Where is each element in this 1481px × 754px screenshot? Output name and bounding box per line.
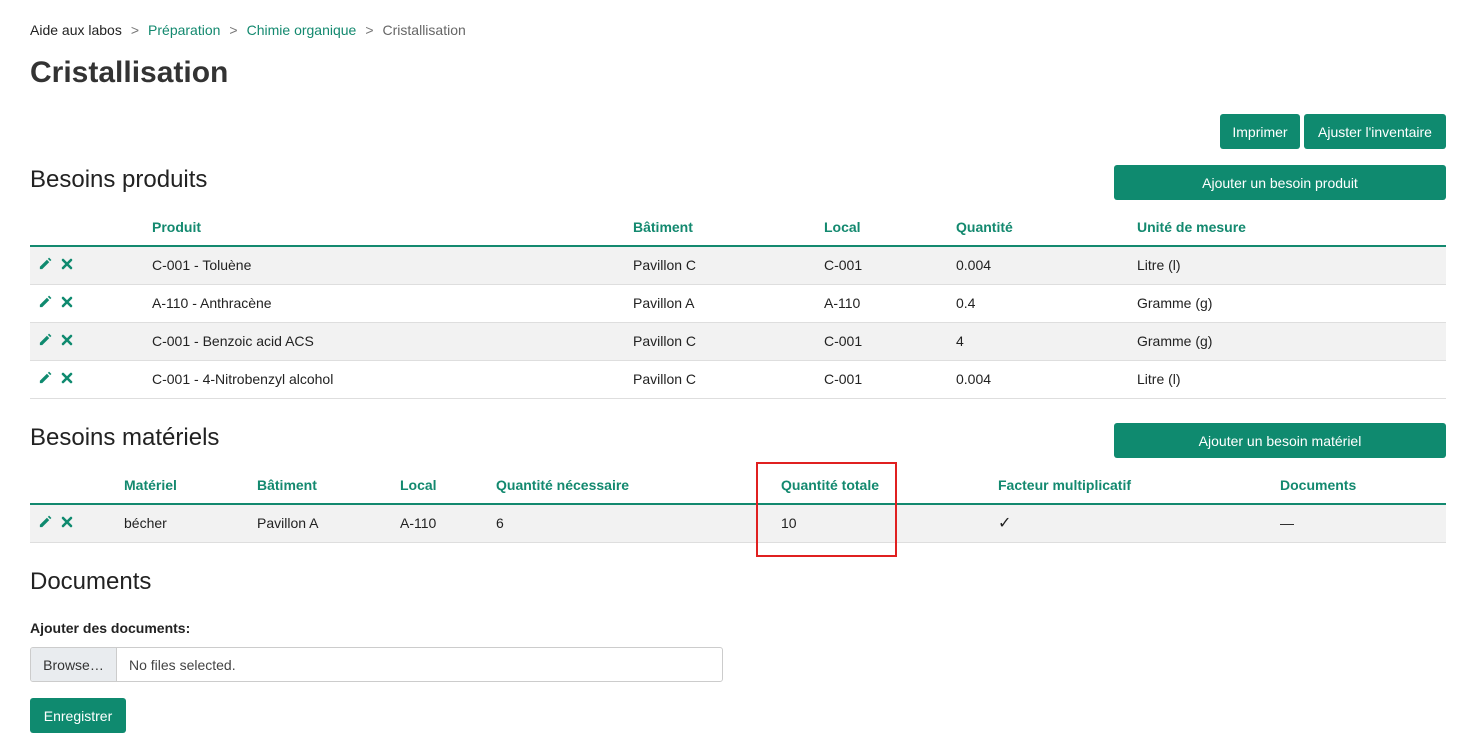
cell-local: C-001 <box>824 360 956 399</box>
column-header-facteur-multiplicatif[interactable]: Facteur multiplicatif <box>998 466 1280 505</box>
cell-unite: Gramme (g) <box>1137 284 1446 323</box>
products-header-row: Produit Bâtiment Local Quantité Unité de… <box>30 208 1446 247</box>
delete-icon[interactable] <box>61 296 73 308</box>
cell-unite: Gramme (g) <box>1137 322 1446 361</box>
table-row: C-001 - Toluène Pavillon C C-001 0.004 L… <box>30 246 1446 285</box>
add-documents-label: Ajouter des documents: <box>30 620 191 636</box>
row-actions <box>30 322 152 361</box>
column-header-local[interactable]: Local <box>400 466 496 505</box>
row-actions <box>30 504 124 543</box>
products-table: Produit Bâtiment Local Quantité Unité de… <box>30 208 1446 399</box>
breadcrumb-root-link[interactable]: Aide aux labos <box>30 22 122 38</box>
table-row: C-001 - 4-Nitrobenzyl alcohol Pavillon C… <box>30 360 1446 399</box>
edit-icon[interactable] <box>38 332 53 347</box>
cell-batiment: Pavillon C <box>633 322 824 361</box>
cell-batiment: Pavillon A <box>633 284 824 323</box>
breadcrumb-separator: > <box>365 22 374 38</box>
cell-local: A-110 <box>400 504 496 543</box>
breadcrumb-separator: > <box>130 22 140 38</box>
column-header-documents[interactable]: Documents <box>1280 466 1446 505</box>
breadcrumb-separator: > <box>229 22 238 38</box>
cell-facteur-check: ✓ <box>998 504 1280 543</box>
cell-quantite: 0.004 <box>956 246 1137 285</box>
column-header-quantite[interactable]: Quantité <box>956 208 1137 247</box>
column-header-batiment[interactable]: Bâtiment <box>257 466 400 505</box>
breadcrumb-preparation-link[interactable]: Préparation <box>148 22 220 38</box>
delete-icon[interactable] <box>61 372 73 384</box>
page-title: Cristallisation <box>30 56 229 89</box>
cell-produit: C-001 - 4-Nitrobenzyl alcohol <box>152 360 633 399</box>
browse-button[interactable]: Browse… <box>31 648 117 681</box>
cell-quantite: 4 <box>956 322 1137 361</box>
cell-quantite: 0.4 <box>956 284 1137 323</box>
cell-batiment: Pavillon C <box>633 360 824 399</box>
add-material-need-button[interactable]: Ajouter un besoin matériel <box>1114 423 1446 458</box>
column-header-produit[interactable]: Produit <box>152 208 633 247</box>
breadcrumb-chimie-link[interactable]: Chimie organique <box>247 22 357 38</box>
edit-icon[interactable] <box>38 514 53 529</box>
file-upload-input[interactable]: Browse… No files selected. <box>30 647 723 682</box>
actions-header <box>30 208 152 247</box>
column-header-batiment[interactable]: Bâtiment <box>633 208 824 247</box>
column-header-quantite-necessaire[interactable]: Quantité nécessaire <box>496 466 781 505</box>
cell-batiment: Pavillon A <box>257 504 400 543</box>
column-header-local[interactable]: Local <box>824 208 956 247</box>
row-actions <box>30 360 152 399</box>
cell-quantite-totale: 10 <box>781 504 998 543</box>
table-row: A-110 - Anthracène Pavillon A A-110 0.4 … <box>30 284 1446 323</box>
cell-unite: Litre (l) <box>1137 360 1446 399</box>
cell-produit: A-110 - Anthracène <box>152 284 633 323</box>
edit-icon[interactable] <box>38 256 53 271</box>
products-section-title: Besoins produits <box>30 166 208 193</box>
edit-icon[interactable] <box>38 370 53 385</box>
adjust-inventory-button[interactable]: Ajuster l'inventaire <box>1304 114 1446 149</box>
cell-quantite-necessaire: 6 <box>496 504 781 543</box>
column-header-unite[interactable]: Unité de mesure <box>1137 208 1446 247</box>
row-actions <box>30 284 152 323</box>
add-product-need-button[interactable]: Ajouter un besoin produit <box>1114 165 1446 200</box>
delete-icon[interactable] <box>61 334 73 346</box>
cell-produit: C-001 - Toluène <box>152 246 633 285</box>
documents-section-title: Documents <box>30 568 152 595</box>
delete-icon[interactable] <box>61 516 73 528</box>
cell-local: C-001 <box>824 322 956 361</box>
column-header-materiel[interactable]: Matériel <box>124 466 257 505</box>
cell-produit: C-001 - Benzoic acid ACS <box>152 322 633 361</box>
file-status-text: No files selected. <box>129 656 236 673</box>
breadcrumb: Aide aux labos > Préparation > Chimie or… <box>30 22 466 38</box>
cell-materiel: bécher <box>124 504 257 543</box>
cell-unite: Litre (l) <box>1137 246 1446 285</box>
actions-header <box>30 466 124 505</box>
materials-header-row: Matériel Bâtiment Local Quantité nécessa… <box>30 466 1446 505</box>
materials-section-title: Besoins matériels <box>30 424 220 451</box>
breadcrumb-current: Cristallisation <box>382 22 466 38</box>
materials-table: Matériel Bâtiment Local Quantité nécessa… <box>30 466 1446 543</box>
cell-local: A-110 <box>824 284 956 323</box>
table-row: C-001 - Benzoic acid ACS Pavillon C C-00… <box>30 322 1446 361</box>
print-button[interactable]: Imprimer <box>1220 114 1300 149</box>
cell-local: C-001 <box>824 246 956 285</box>
cell-quantite: 0.004 <box>956 360 1137 399</box>
row-actions <box>30 246 152 285</box>
cell-batiment: Pavillon C <box>633 246 824 285</box>
table-row: bécher Pavillon A A-110 6 10 ✓ — <box>30 504 1446 543</box>
edit-icon[interactable] <box>38 294 53 309</box>
delete-icon[interactable] <box>61 258 73 270</box>
column-header-quantite-totale[interactable]: Quantité totale <box>781 466 998 505</box>
save-button[interactable]: Enregistrer <box>30 698 126 733</box>
cell-documents: — <box>1280 504 1446 543</box>
